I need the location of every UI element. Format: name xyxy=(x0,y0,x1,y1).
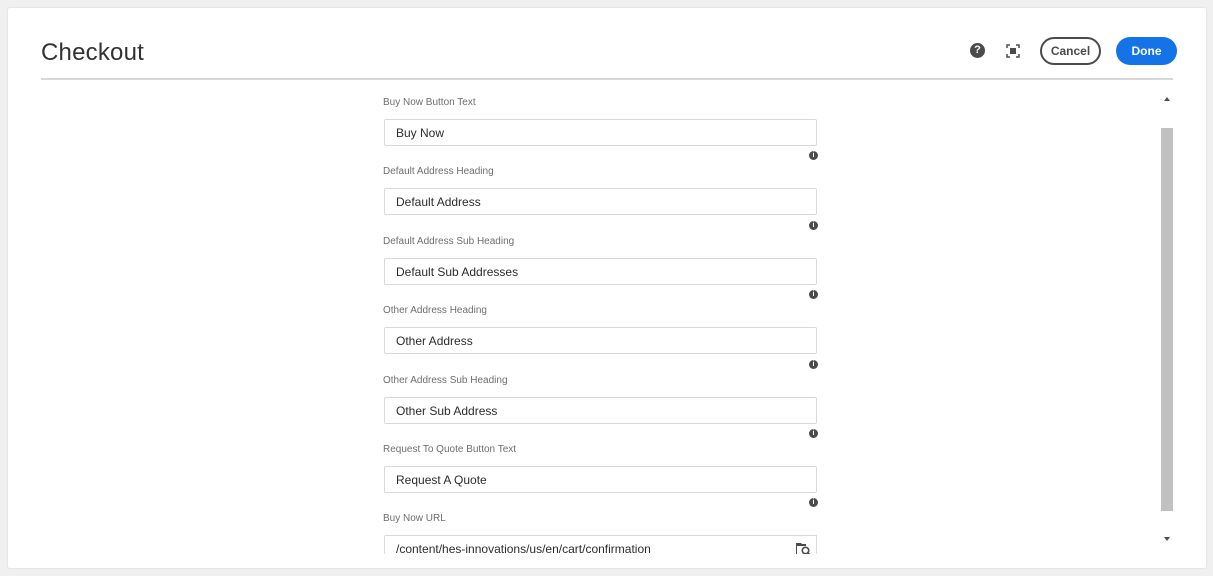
done-button[interactable]: Done xyxy=(1116,37,1177,65)
scrollbar-thumb[interactable] xyxy=(1161,128,1173,511)
buy-now-url-input[interactable] xyxy=(384,535,791,554)
help-icon[interactable]: ? xyxy=(970,43,985,58)
buy-now-button-text-input[interactable] xyxy=(384,119,817,146)
request-quote-button-text-input[interactable] xyxy=(384,466,817,493)
default-address-heading-label: Default Address Heading xyxy=(383,166,494,177)
request-quote-button-text-label: Request To Quote Button Text xyxy=(383,444,517,455)
buy-now-url-label: Buy Now URL xyxy=(383,513,446,524)
info-icon[interactable]: i xyxy=(809,360,818,369)
buy-now-button-text-label: Buy Now Button Text xyxy=(383,97,476,108)
other-address-heading-label: Other Address Heading xyxy=(383,305,487,316)
other-address-sub-heading-input[interactable] xyxy=(384,397,817,424)
scroll-up-arrow-icon[interactable] xyxy=(1164,97,1170,101)
default-address-sub-heading-input[interactable] xyxy=(384,258,817,285)
info-icon[interactable]: i xyxy=(809,290,818,299)
other-address-heading-input[interactable] xyxy=(384,327,817,354)
default-address-heading-input[interactable] xyxy=(384,188,817,215)
info-icon[interactable]: i xyxy=(809,429,818,438)
info-icon[interactable]: i xyxy=(809,498,818,507)
scroll-down-arrow-icon[interactable] xyxy=(1164,537,1170,541)
cancel-button[interactable]: Cancel xyxy=(1040,37,1101,65)
default-address-sub-heading-label: Default Address Sub Heading xyxy=(383,236,515,247)
path-browser-icon xyxy=(796,543,811,554)
checkout-dialog: Checkout ? Cancel Done Buy Now Button Te… xyxy=(8,8,1206,568)
info-icon[interactable]: i xyxy=(809,221,818,230)
other-address-sub-heading-label: Other Address Sub Heading xyxy=(383,375,508,386)
path-browser-button[interactable] xyxy=(790,535,817,554)
info-icon[interactable]: i xyxy=(809,151,818,160)
fullscreen-icon[interactable] xyxy=(1005,43,1021,59)
dialog-header: Checkout ? Cancel Done xyxy=(41,8,1177,80)
dialog-form: Buy Now Button Text i Default Address He… xyxy=(41,80,1194,554)
dialog-title: Checkout xyxy=(41,39,144,66)
